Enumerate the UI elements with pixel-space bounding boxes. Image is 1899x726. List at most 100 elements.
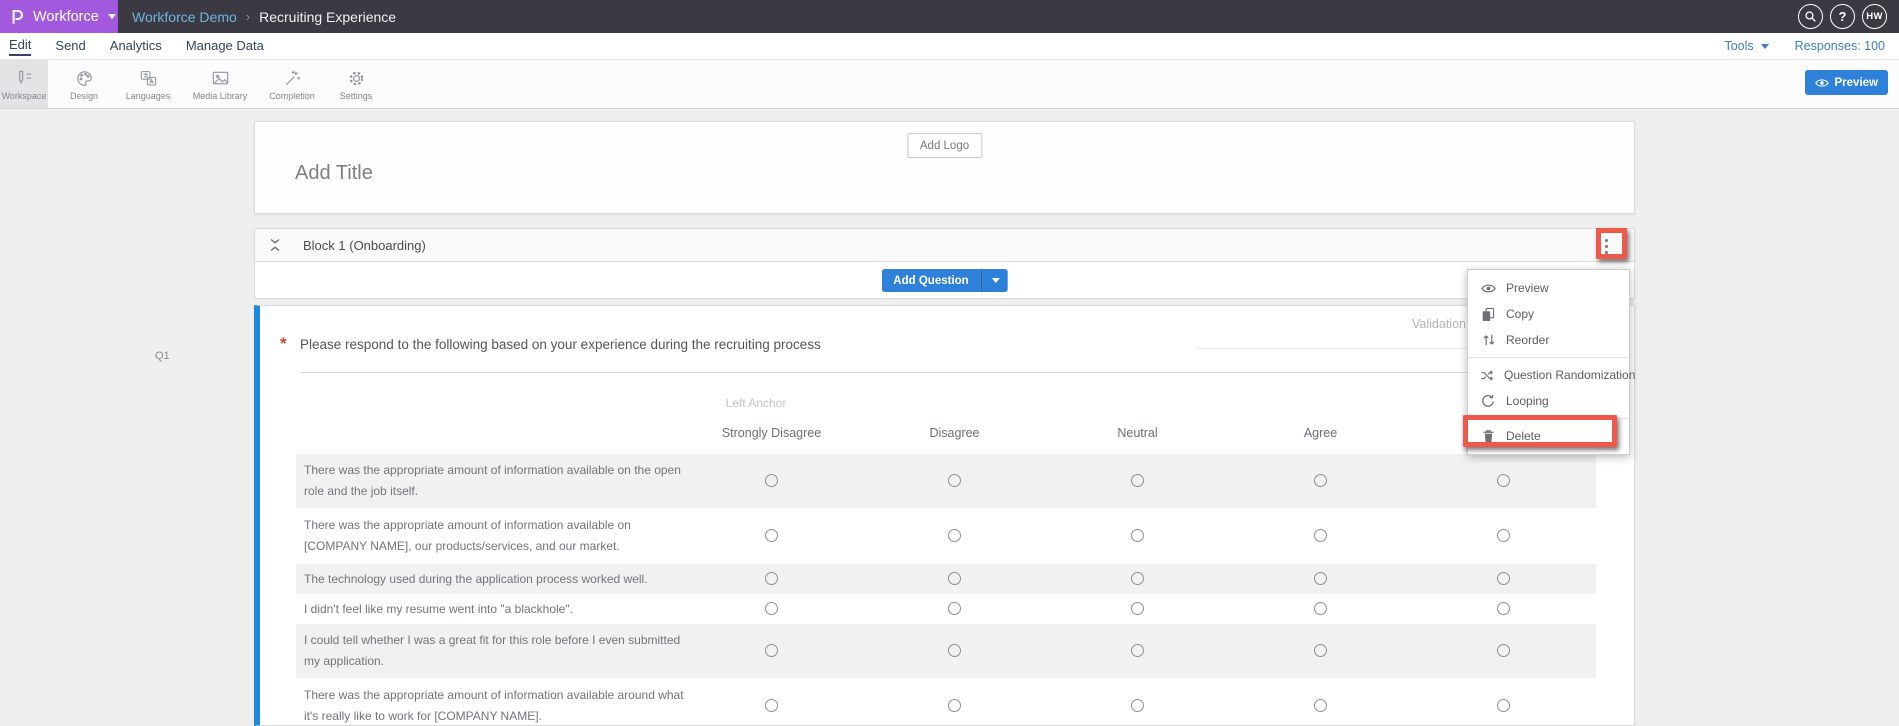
reorder-icon bbox=[1480, 333, 1496, 347]
matrix-row: I didn't feel like my resume went into "… bbox=[296, 594, 1596, 624]
tab-analytics[interactable]: Analytics bbox=[110, 38, 162, 55]
radio-button[interactable] bbox=[1131, 529, 1144, 542]
radio-button[interactable] bbox=[1497, 699, 1510, 712]
radio-button[interactable] bbox=[948, 699, 961, 712]
copy-icon bbox=[1480, 307, 1496, 322]
avatar[interactable]: HW bbox=[1862, 4, 1887, 29]
column-header[interactable]: Strongly Disagree bbox=[680, 426, 863, 440]
editor-toolbar: Workspace Design Languages Media Library… bbox=[0, 60, 1899, 109]
statement-label[interactable]: I didn't feel like my resume went into "… bbox=[296, 594, 698, 624]
radio-button[interactable] bbox=[765, 644, 778, 657]
radio-button[interactable] bbox=[1497, 529, 1510, 542]
add-question-button[interactable]: Add Question bbox=[881, 269, 1007, 292]
toolbar-item-settings[interactable]: Settings bbox=[328, 60, 384, 108]
statement-label[interactable]: I could tell whether I was a great fit f… bbox=[296, 624, 698, 678]
statement-label[interactable]: There was the appropriate amount of info… bbox=[296, 508, 698, 564]
radio-button[interactable] bbox=[765, 572, 778, 585]
required-asterisk: * bbox=[280, 334, 287, 354]
menu-item-copy[interactable]: Copy bbox=[1468, 301, 1629, 327]
statement-label[interactable]: There was the appropriate amount of info… bbox=[296, 454, 698, 508]
preview-label: Preview bbox=[1835, 77, 1878, 89]
radio-button[interactable] bbox=[1131, 474, 1144, 487]
media-library-icon bbox=[210, 68, 231, 89]
help-button[interactable]: ? bbox=[1830, 4, 1855, 29]
menu-item-label: Copy bbox=[1506, 307, 1534, 321]
left-anchor-placeholder[interactable]: Left Anchor bbox=[665, 396, 847, 410]
column-header[interactable]: Neutral bbox=[1046, 426, 1229, 440]
add-logo-button[interactable]: Add Logo bbox=[907, 133, 982, 158]
block-options-menu: Preview Copy Reorder Question Randomizat… bbox=[1467, 269, 1630, 455]
radio-button[interactable] bbox=[765, 529, 778, 542]
menu-item-delete[interactable]: Delete bbox=[1468, 423, 1629, 449]
radio-button[interactable] bbox=[1131, 644, 1144, 657]
chevron-down-icon bbox=[1761, 44, 1769, 49]
block-options-kebab-icon[interactable] bbox=[1596, 236, 1616, 256]
statement-label[interactable]: There was the appropriate amount of info… bbox=[296, 678, 698, 726]
menu-item-question-randomization[interactable]: Question Randomization bbox=[1468, 362, 1629, 388]
tools-dropdown[interactable]: Tools bbox=[1724, 39, 1768, 53]
menu-separator bbox=[1468, 418, 1629, 419]
toolbar-item-label: Settings bbox=[340, 91, 373, 101]
toolbar-item-media-library[interactable]: Media Library bbox=[184, 60, 256, 108]
statement-label[interactable]: The technology used during the applicati… bbox=[296, 564, 698, 594]
radio-button[interactable] bbox=[1497, 474, 1510, 487]
radio-button[interactable] bbox=[1314, 644, 1327, 657]
column-header[interactable]: Agree bbox=[1229, 426, 1412, 440]
radio-button[interactable] bbox=[948, 602, 961, 615]
radio-button[interactable] bbox=[765, 474, 778, 487]
validation-section-label: Validation bbox=[1412, 317, 1466, 331]
matrix-row: There was the appropriate amount of info… bbox=[296, 678, 1596, 726]
toolbar-item-design[interactable]: Design bbox=[56, 60, 112, 108]
toolbar-item-label: Media Library bbox=[193, 91, 248, 101]
radio-button[interactable] bbox=[1314, 602, 1327, 615]
chevron-down-icon bbox=[108, 14, 116, 19]
toolbar-item-completion[interactable]: Completion bbox=[264, 60, 320, 108]
search-button[interactable] bbox=[1798, 4, 1823, 29]
menu-item-looping[interactable]: Looping bbox=[1468, 388, 1629, 414]
menu-item-label: Question Randomization bbox=[1504, 368, 1635, 382]
preview-button[interactable]: Preview bbox=[1805, 70, 1888, 95]
question-text-underline bbox=[300, 372, 1630, 373]
add-question-dropdown[interactable] bbox=[981, 269, 1008, 292]
menu-item-reorder[interactable]: Reorder bbox=[1468, 327, 1629, 353]
radio-button[interactable] bbox=[1314, 474, 1327, 487]
menu-item-preview[interactable]: Preview bbox=[1468, 275, 1629, 301]
radio-button[interactable] bbox=[948, 644, 961, 657]
radio-button[interactable] bbox=[1131, 572, 1144, 585]
toolbar-item-languages[interactable]: Languages bbox=[120, 60, 176, 108]
question-text[interactable]: Please respond to the following based on… bbox=[300, 337, 821, 352]
radio-button[interactable] bbox=[1314, 699, 1327, 712]
top-bar: Workforce Workforce Demo › Recruiting Ex… bbox=[0, 0, 1899, 33]
radio-button[interactable] bbox=[948, 529, 961, 542]
breadcrumb-parent[interactable]: Workforce Demo bbox=[132, 9, 237, 25]
radio-button[interactable] bbox=[765, 602, 778, 615]
radio-button[interactable] bbox=[1497, 644, 1510, 657]
radio-button[interactable] bbox=[948, 474, 961, 487]
block-title[interactable]: Block 1 (Onboarding) bbox=[303, 238, 426, 253]
block-header: Block 1 (Onboarding) bbox=[254, 228, 1635, 262]
radio-button[interactable] bbox=[1131, 699, 1144, 712]
collapse-block-icon[interactable] bbox=[268, 237, 282, 253]
add-title-placeholder[interactable]: Add Title bbox=[295, 162, 373, 185]
radio-button[interactable] bbox=[1314, 529, 1327, 542]
radio-button[interactable] bbox=[765, 699, 778, 712]
radio-button[interactable] bbox=[1497, 572, 1510, 585]
tab-edit[interactable]: Edit bbox=[9, 37, 31, 56]
radio-button[interactable] bbox=[1131, 602, 1144, 615]
responses-count[interactable]: Responses: 100 bbox=[1795, 39, 1885, 53]
radio-button[interactable] bbox=[1497, 602, 1510, 615]
add-question-strip: Add Question bbox=[254, 262, 1635, 299]
radio-button[interactable] bbox=[948, 572, 961, 585]
menu-item-label: Looping bbox=[1506, 394, 1549, 408]
radio-button[interactable] bbox=[1314, 572, 1327, 585]
tab-manage-data[interactable]: Manage Data bbox=[186, 38, 264, 55]
column-header[interactable]: Disagree bbox=[863, 426, 1046, 440]
matrix-row: I could tell whether I was a great fit f… bbox=[296, 624, 1596, 678]
menu-separator bbox=[1468, 357, 1629, 358]
settings-icon bbox=[346, 68, 367, 89]
tab-send[interactable]: Send bbox=[55, 38, 85, 55]
question-panel[interactable]: Validation * Please respond to the follo… bbox=[254, 305, 1635, 726]
product-switcher[interactable]: Workforce bbox=[0, 0, 118, 33]
toolbar-item-workspace[interactable]: Workspace bbox=[0, 60, 48, 108]
trash-icon bbox=[1480, 429, 1496, 443]
